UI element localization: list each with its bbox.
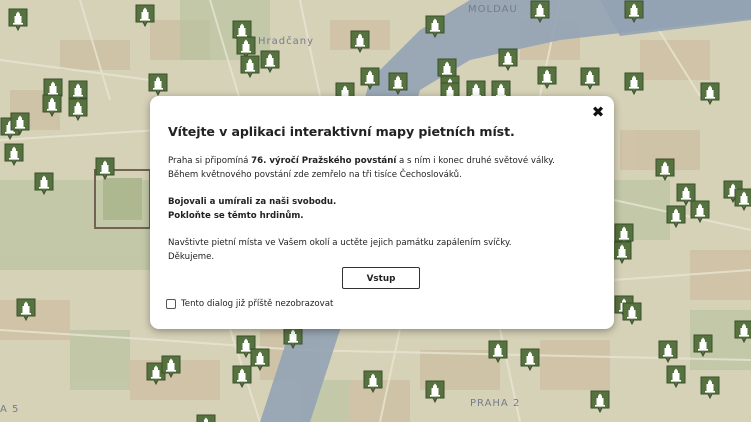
- dont-show-again-row[interactable]: Tento dialog již příště nezobrazovat: [166, 299, 333, 309]
- tribute-line-1: Bojovali a umírali za naši svobodu.: [168, 197, 337, 207]
- intro-text-1b: a s ním i konec druhé světové války.: [396, 156, 555, 166]
- dialog-title: Vítejte v aplikaci interaktivní mapy pie…: [168, 124, 515, 139]
- tribute-line-2: Pokloňte se těmto hrdinům.: [168, 210, 304, 221]
- invitation-line-1: Navštivte pietní místa ve Vašem okolí a …: [168, 238, 512, 248]
- dont-show-again-label: Tento dialog již příště nezobrazovat: [181, 299, 334, 309]
- welcome-dialog: ✖ Vítejte v aplikaci interaktivní mapy p…: [150, 96, 614, 329]
- enter-button[interactable]: Vstup: [342, 267, 420, 289]
- dont-show-again-checkbox[interactable]: [166, 299, 176, 309]
- anniversary-highlight: 76. výročí Pražského povstání: [251, 156, 397, 166]
- intro-paragraph: Praha si připomíná 76. výročí Pražského …: [168, 155, 555, 182]
- intro-text-2: Během květnového povstání zde zemřelo na…: [168, 169, 462, 180]
- tribute-paragraph: Bojovali a umírali za naši svobodu. Pokl…: [168, 196, 336, 223]
- invitation-line-2: Děkujeme.: [168, 251, 215, 262]
- invitation-paragraph: Navštivte pietní místa ve Vašem okolí a …: [168, 237, 512, 264]
- close-icon[interactable]: ✖: [590, 104, 606, 120]
- intro-text-1a: Praha si připomíná: [168, 156, 252, 166]
